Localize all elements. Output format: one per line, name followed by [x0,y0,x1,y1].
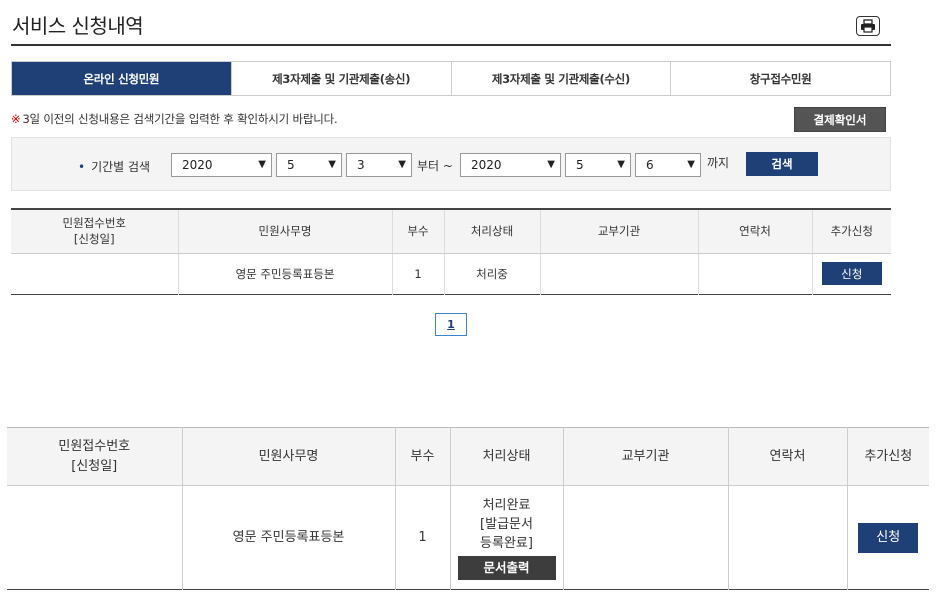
cell-copies: 1 [394,485,450,590]
from-month-value: 5 [287,158,295,172]
table-row: 영문 주민등록표등본 1 처리중 신청 [11,253,891,294]
from-day-select[interactable]: 3 ▼ [346,153,412,177]
col-receipt-no: 민원접수번호 [신청일] [7,427,182,486]
notice-mark: ※ [11,112,21,126]
to-day-value: 6 [646,158,654,172]
table-row: 영문 주민등록표등본 1 처리완료 [발급문서 등록완료] 문서출력 신청 [7,485,929,590]
apply-button[interactable]: 신청 [821,262,882,285]
cell-action: 신청 [811,253,891,294]
to-suffix: 까지 [707,156,730,170]
print-button[interactable] [856,16,880,36]
col-status: 처리상태 [449,427,563,486]
title-divider [11,44,891,46]
apply-button[interactable]: 신청 [858,522,919,553]
table-header-row: 민원접수번호 [신청일] 민원사무명 부수 처리상태 교부기관 연락처 추가신청 [7,427,929,486]
search-button[interactable]: 검색 [746,152,818,176]
col-service-name: 민원사무명 [181,427,395,486]
from-suffix: 부터 ~ [417,159,453,173]
col-agency: 교부기관 [539,209,698,254]
table-header-row: 민원접수번호 [신청일] 민원사무명 부수 처리상태 교부기관 연락처 추가신청 [11,209,891,254]
col-receipt-date-label: [신청일] [73,232,115,247]
cell-agency [562,485,728,590]
col-service-name: 민원사무명 [177,209,392,254]
cell-agency [539,253,698,294]
col-receipt-no-label: 민원접수번호 [58,438,131,454]
dropdown-arrow-icon: ▼ [547,159,555,170]
dropdown-arrow-icon: ▼ [617,159,625,170]
page-title: 서비스 신청내역 [12,14,144,38]
col-receipt-no-label: 민원접수번호 [62,216,126,231]
cell-service-name: 영문 주민등록표등본 [181,485,395,590]
status-line-2: [발급문서 [480,516,533,532]
col-receipt-date-label: [신청일] [71,458,118,474]
dropdown-arrow-icon: ▼ [328,159,336,170]
pagination-page-1[interactable]: 1 [435,313,467,336]
payment-receipt-button[interactable]: 결제확인서 [794,107,886,132]
dropdown-arrow-icon: ▼ [687,159,695,170]
cell-status: 처리완료 [발급문서 등록완료] 문서출력 [449,485,563,590]
col-additional: 추가신청 [846,427,929,486]
from-day-value: 3 [357,158,365,172]
col-receipt-no: 민원접수번호 [신청일] [11,209,178,254]
applications-table-zoomed: 민원접수번호 [신청일] 민원사무명 부수 처리상태 교부기관 연락처 추가신청 … [7,427,929,590]
tab-counter-applications[interactable]: 창구접수민원 [671,62,890,95]
col-additional: 추가신청 [811,209,891,254]
to-day-select[interactable]: 6 ▼ [635,153,701,177]
search-label: • 기간별 검색 [78,158,150,175]
print-document-button[interactable]: 문서출력 [457,555,556,580]
cell-contact [697,253,812,294]
cell-service-name: 영문 주민등록표등본 [177,253,392,294]
dropdown-arrow-icon: ▼ [398,159,406,170]
from-month-select[interactable]: 5 ▼ [276,153,342,177]
status-line-3: 등록완료] [480,535,533,551]
tab-third-party-sent[interactable]: 제3자제출 및 기관제출(송신) [231,62,452,95]
col-status: 처리상태 [443,209,540,254]
cell-contact [727,485,847,590]
to-month-value: 5 [576,158,584,172]
cell-status: 처리중 [443,253,540,294]
to-year-select[interactable]: 2020 ▼ [460,153,561,177]
cell-receipt-no [7,486,182,590]
col-copies: 부수 [394,427,450,486]
from-year-value: 2020 [182,158,213,172]
to-month-select[interactable]: 5 ▼ [565,153,631,177]
status-line-1: 처리완료 [482,497,531,513]
printer-icon [861,19,875,33]
tab-online-applications[interactable]: 온라인 신청민원 [12,62,232,95]
tab-third-party-received[interactable]: 제3자제출 및 기관제출(수신) [451,62,672,95]
notice-message: 3일 이전의 신청내용은 검색기간을 입력한 후 확인하시기 바랍니다. [22,112,338,126]
search-panel: • 기간별 검색 2020 ▼ 5 ▼ 3 ▼ 부터 ~ 2020 ▼ 5 ▼ 6 ▼ 까지 … [11,137,891,191]
bullet-icon: • [78,160,86,174]
col-contact: 연락처 [727,427,847,486]
from-year-select[interactable]: 2020 ▼ [171,153,272,177]
col-contact: 연락처 [697,209,812,254]
cell-copies: 1 [391,253,444,294]
to-year-value: 2020 [471,158,502,172]
col-agency: 교부기관 [562,427,728,486]
search-label-text: 기간별 검색 [91,160,151,174]
notice-text: ※ 3일 이전의 신청내용은 검색기간을 입력한 후 확인하시기 바랍니다. [11,111,338,127]
cell-receipt-no [11,253,178,294]
applications-table: 민원접수번호 [신청일] 민원사무명 부수 처리상태 교부기관 연락처 추가신청 … [11,208,891,295]
dropdown-arrow-icon: ▼ [258,159,266,170]
col-copies: 부수 [391,209,444,254]
page-number: 1 [447,318,455,331]
cell-action: 신청 [846,485,929,590]
tab-bar: 온라인 신청민원 제3자제출 및 기관제출(송신) 제3자제출 및 기관제출(수… [11,61,891,96]
